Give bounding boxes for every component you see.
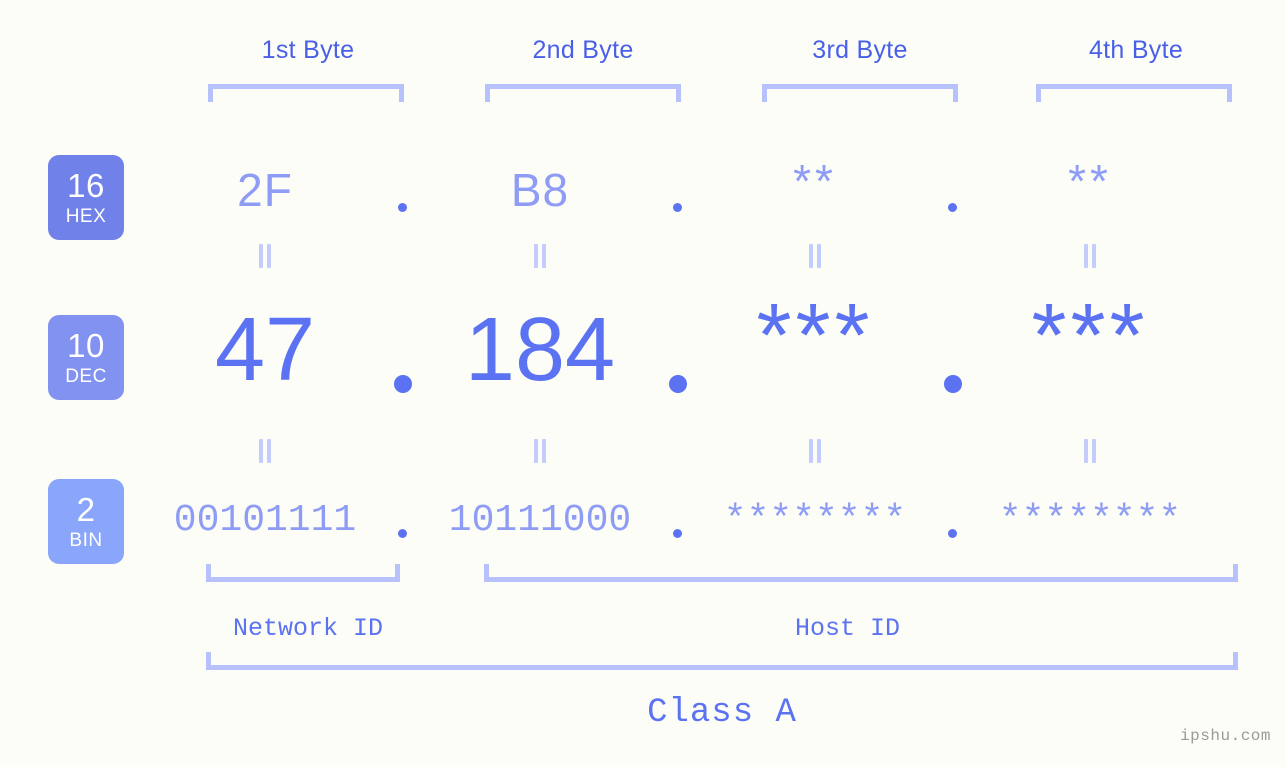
byte-header-2: 2nd Byte [532, 36, 634, 64]
byte-header-1: 1st Byte [261, 36, 355, 64]
byte-header-4: 4th Byte [1088, 36, 1184, 64]
host-id-bracket [484, 564, 1238, 582]
base-badge-bin: 2 BIN [48, 479, 124, 564]
watermark: ipshu.com [1180, 727, 1271, 745]
equals-icon [533, 243, 547, 268]
class-bracket [206, 652, 1238, 670]
hex-separator-1 [380, 181, 425, 212]
base-badge-bin-label: BIN [69, 530, 103, 551]
base-badge-hex-label: HEX [65, 206, 107, 227]
bin-separator-3 [930, 511, 975, 538]
network-id-bracket [206, 564, 400, 582]
bin-byte-2: 10111000 [448, 498, 632, 542]
bin-separator-1 [380, 511, 425, 538]
dec-byte-2: 184 [464, 299, 616, 400]
byte-bracket-4 [1036, 84, 1232, 102]
byte-header-3: 3rd Byte [812, 36, 908, 64]
hex-separator-3 [930, 181, 975, 212]
hex-value-row: 2F B8 ** ** [150, 150, 1285, 230]
base-badge-dec-number: 10 [67, 327, 105, 364]
dec-byte-4: *** [1031, 285, 1149, 386]
base-badge-dec: 10 DEC [48, 315, 124, 400]
hex-byte-2: B8 [510, 164, 570, 216]
equals-row-hex-dec [150, 243, 1285, 273]
hex-byte-3: ** [793, 155, 837, 207]
dec-separator-3 [930, 339, 975, 393]
dec-byte-3: *** [756, 285, 874, 386]
base-badge-bin-number: 2 [76, 491, 96, 528]
hex-byte-1: 2F [237, 164, 293, 216]
base-badge-hex-number: 16 [67, 167, 105, 204]
hex-separator-2 [655, 181, 700, 212]
byte-bracket-3 [762, 84, 958, 102]
dec-separator-2 [655, 339, 700, 393]
byte-bracket-1 [208, 84, 404, 102]
network-id-label: Network ID [232, 614, 384, 643]
dec-value-row: 47 184 *** *** [150, 286, 1285, 404]
dec-byte-1: 47 [214, 299, 316, 400]
base-badge-dec-label: DEC [65, 366, 107, 387]
bin-byte-3: ******** [723, 498, 907, 542]
equals-row-dec-bin [150, 438, 1285, 468]
equals-icon [808, 243, 822, 268]
base-badge-hex: 16 HEX [48, 155, 124, 240]
equals-icon [533, 438, 547, 463]
bin-byte-1: 00101111 [173, 498, 357, 542]
equals-icon [258, 243, 272, 268]
byte-bracket-2 [485, 84, 681, 102]
bin-value-row: 00101111 10111000 ******** ******** [150, 490, 1285, 550]
hex-byte-4: ** [1068, 155, 1112, 207]
bin-byte-4: ******** [998, 498, 1182, 542]
bin-separator-2 [655, 511, 700, 538]
ip-address-breakdown-diagram: 1st Byte 2nd Byte 3rd Byte 4th Byte 16 H… [0, 0, 1285, 767]
class-label: Class A [647, 694, 797, 732]
equals-icon [258, 438, 272, 463]
host-id-label: Host ID [794, 614, 901, 643]
equals-icon [1083, 438, 1097, 463]
equals-icon [808, 438, 822, 463]
dec-separator-1 [380, 339, 425, 393]
equals-icon [1083, 243, 1097, 268]
